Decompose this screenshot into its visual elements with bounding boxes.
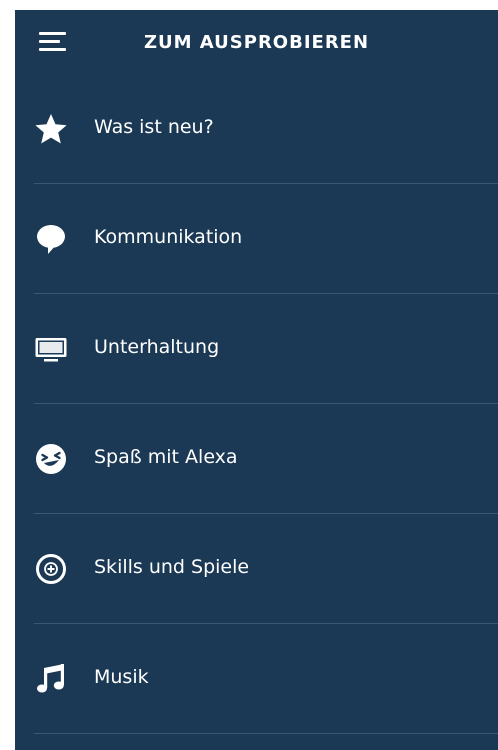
music-note-icon <box>34 662 68 696</box>
plus-circle-icon <box>34 552 68 586</box>
menu-list: Was ist neu? Kommunikation Unterhaltung … <box>15 74 498 734</box>
menu-item-label: Skills und Spiele <box>94 556 250 578</box>
menu-item-label: Spaß mit Alexa <box>94 446 238 468</box>
top-bar: ZUM AUSPROBIEREN <box>15 10 498 78</box>
menu-item-musik[interactable]: Musik <box>15 624 498 734</box>
menu-item-label: Was ist neu? <box>94 116 214 138</box>
menu-item-skills-und-spiele[interactable]: Skills und Spiele <box>15 514 498 624</box>
divider <box>34 733 498 734</box>
menu-item-label: Kommunikation <box>94 226 243 248</box>
menu-item-label: Unterhaltung <box>94 336 220 358</box>
laughing-face-icon <box>34 442 68 476</box>
menu-item-was-ist-neu[interactable]: Was ist neu? <box>15 74 498 184</box>
tv-icon <box>34 332 68 366</box>
app-screen: ZUM AUSPROBIEREN Was ist neu? Kommunikat… <box>15 10 498 750</box>
menu-item-label: Musik <box>94 666 149 688</box>
speech-bubble-icon <box>34 222 68 256</box>
menu-item-kommunikation[interactable]: Kommunikation <box>15 184 498 294</box>
menu-item-spass-mit-alexa[interactable]: Spaß mit Alexa <box>15 404 498 514</box>
menu-item-unterhaltung[interactable]: Unterhaltung <box>15 294 498 404</box>
page-title: ZUM AUSPROBIEREN <box>143 32 370 53</box>
star-icon <box>34 112 68 146</box>
